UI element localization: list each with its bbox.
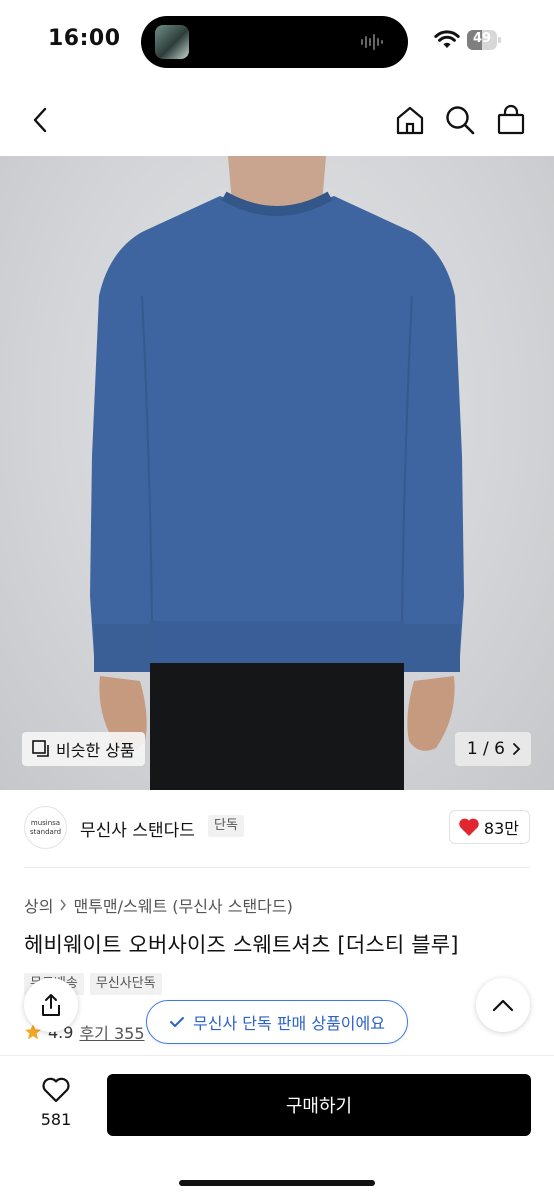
heart-filled-icon <box>459 818 479 836</box>
tag-exclusive: 무신사단독 <box>89 973 162 995</box>
like-button[interactable]: 83만 <box>448 810 530 844</box>
product-photo <box>90 156 464 790</box>
shopping-bag-icon <box>497 104 525 135</box>
chevron-right-icon <box>60 899 67 911</box>
like-count: 83만 <box>483 819 519 838</box>
image-page-text: 1 / 6 <box>466 739 505 759</box>
stack-icon <box>32 740 49 757</box>
back-button[interactable] <box>20 100 60 140</box>
wishlist-button[interactable]: 581 <box>30 1076 82 1140</box>
exclusive-toast: 무신사 단독 판매 상품이에요 <box>146 1000 408 1044</box>
breadcrumb-item-top[interactable]: 상의 <box>24 893 53 917</box>
audio-wave-icon <box>361 34 383 50</box>
share-icon <box>42 994 60 1016</box>
search-icon <box>446 106 475 135</box>
brand-logo[interactable]: musinsa standard <box>24 806 67 849</box>
brand-row: musinsa standard 무신사 스탠다드 단독 83만 <box>0 796 554 862</box>
chevron-left-icon <box>33 107 47 133</box>
chevron-right-icon <box>513 743 521 755</box>
cart-button[interactable] <box>491 100 531 140</box>
brand-logo-line2: standard <box>29 827 62 836</box>
search-button[interactable] <box>440 100 480 140</box>
image-page-indicator[interactable]: 1 / 6 <box>454 732 531 766</box>
share-button[interactable] <box>24 978 78 1032</box>
home-button[interactable] <box>390 100 430 140</box>
breadcrumb-item-category[interactable]: 맨투맨/스웨트 (무신사 스탠다드) <box>73 893 292 917</box>
breadcrumb: 상의 맨투맨/스웨트 (무신사 스탠다드) <box>24 893 293 917</box>
status-time: 16:00 <box>48 26 121 51</box>
wifi-icon <box>434 30 460 48</box>
toast-text: 무신사 단독 판매 상품이에요 <box>193 1014 385 1033</box>
chevron-up-icon <box>492 999 514 1012</box>
similar-products-label: 비슷한 상품 <box>56 741 135 760</box>
dynamic-island <box>141 16 408 68</box>
status-bar: 16:00 49 <box>0 0 554 84</box>
battery-indicator: 49 <box>467 30 501 50</box>
now-playing-thumbnail <box>155 25 189 59</box>
heart-outline-icon <box>42 1077 70 1103</box>
brand-name[interactable]: 무신사 스탠다드 <box>80 816 195 841</box>
wishlist-count: 581 <box>40 1110 72 1129</box>
scroll-to-top-button[interactable] <box>476 978 530 1032</box>
top-navigation <box>0 88 554 152</box>
product-image[interactable]: 비슷한 상품 1 / 6 <box>0 156 554 790</box>
bottom-action-bar: 581 구매하기 <box>0 1055 554 1200</box>
brand-logo-line1: musinsa <box>30 818 61 827</box>
home-indicator <box>179 1180 375 1186</box>
buy-button[interactable]: 구매하기 <box>107 1074 531 1136</box>
divider <box>24 867 530 868</box>
similar-products-button[interactable]: 비슷한 상품 <box>22 732 145 766</box>
check-icon <box>170 1017 185 1027</box>
review-link[interactable]: 후기 355 <box>79 1020 144 1044</box>
product-title: 헤비웨이트 오버사이즈 스웨트셔츠 [더스티 블루] <box>24 933 459 957</box>
exclusive-badge: 단독 <box>208 815 244 837</box>
battery-percent: 49 <box>472 31 492 46</box>
home-icon <box>396 106 424 135</box>
